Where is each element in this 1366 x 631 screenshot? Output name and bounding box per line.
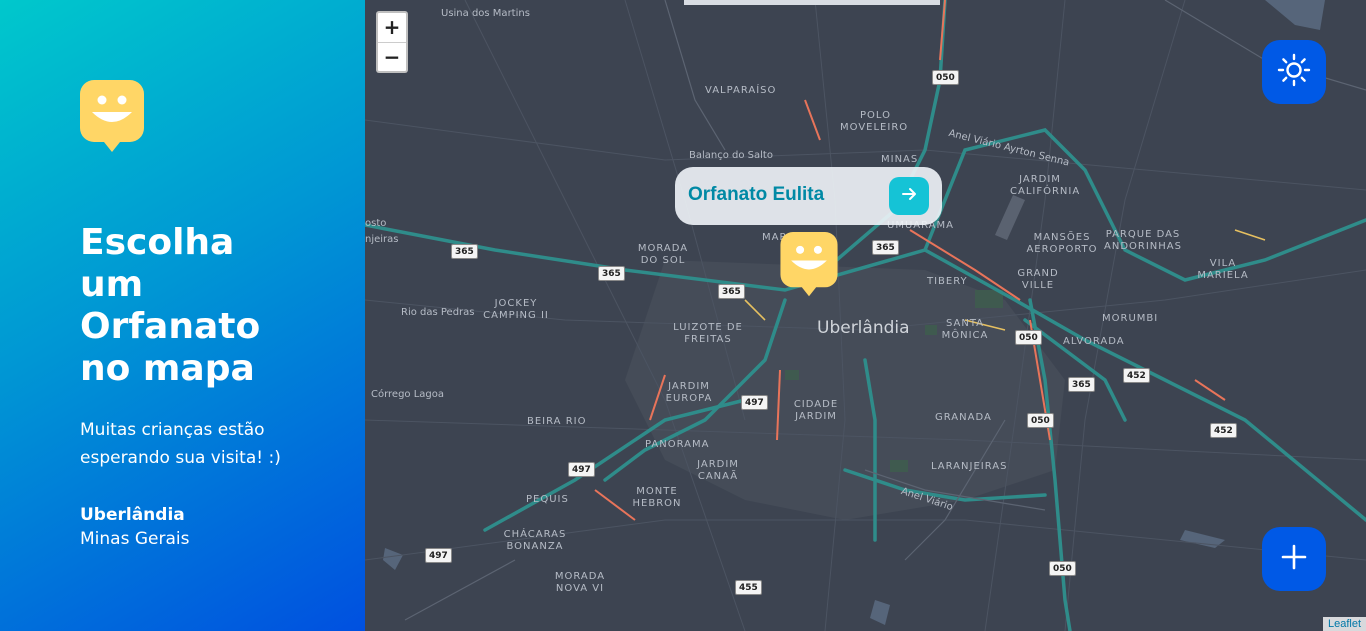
map-label: PARQUE DAS ANDORINHAS xyxy=(1104,229,1182,252)
map-attribution-link[interactable]: Leaflet xyxy=(1322,617,1366,631)
map-label: MANSÕES AEROPORTO xyxy=(1026,232,1098,255)
location-state: Minas Gerais xyxy=(80,529,190,549)
map[interactable]: Usina dos Martins VALPARAÍSO POLO MOVELE… xyxy=(365,0,1366,631)
location-city: Uberlândia xyxy=(80,505,185,525)
highway-shield: 365 xyxy=(1068,377,1095,392)
highway-shield: 452 xyxy=(1123,368,1150,383)
map-label: GRAND VILLE xyxy=(1017,268,1059,291)
map-label: njeiras xyxy=(365,234,399,245)
map-city-label: Uberlândia xyxy=(817,318,910,338)
map-label: MINAS xyxy=(881,154,919,165)
map-label: Balanço do Salto xyxy=(689,150,773,161)
map-label: Córrego Lagoa xyxy=(371,389,445,400)
orphanage-popup: Orfanato Eulita xyxy=(675,167,942,225)
highway-shield: 497 xyxy=(568,462,595,477)
map-label: VALPARAÍSO xyxy=(705,85,777,96)
map-label: MONTE HEBRON xyxy=(632,486,682,509)
highway-shield: 365 xyxy=(598,266,625,281)
orphanage-name: Orfanato Eulita xyxy=(688,184,825,205)
highway-shield: 050 xyxy=(1015,330,1042,345)
highway-shield: 050 xyxy=(1027,413,1054,428)
map-label: POLO xyxy=(860,110,891,121)
highway-shield: 455 xyxy=(735,580,762,595)
add-orphanage-button[interactable] xyxy=(1262,527,1326,591)
map-label: JARDIM CALIFÓRNIA xyxy=(1010,174,1081,197)
theme-toggle-button[interactable] xyxy=(1262,40,1326,104)
map-label: JARDIM CANAÃ xyxy=(697,459,739,482)
map-label: LARANJEIRAS xyxy=(931,461,1008,472)
plus-icon xyxy=(1281,544,1307,574)
page-subtitle: Muitas crianças estão esperando sua visi… xyxy=(80,420,281,468)
page-title: Escolha um Orfanato no mapa xyxy=(80,222,261,389)
map-label: MORADA DO SOL xyxy=(637,243,689,266)
zoom-control: + − xyxy=(376,11,408,73)
highway-shield: 050 xyxy=(932,70,959,85)
smiley-map-pin-icon xyxy=(780,232,838,297)
map-label: CHÁCARAS BONANZA xyxy=(503,529,567,552)
map-label: MORADA NOVA VI xyxy=(554,571,606,594)
map-label: MOVELEIRO xyxy=(840,122,909,133)
open-orphanage-button[interactable] xyxy=(889,177,929,215)
map-label: Rio das Pedras xyxy=(401,307,475,318)
highway-shield: 497 xyxy=(741,395,768,410)
highway-shield: 365 xyxy=(718,284,745,299)
map-label: SANTA MÔNICA xyxy=(941,318,989,341)
highway-shield: 050 xyxy=(1049,561,1076,576)
zoom-in-button[interactable]: + xyxy=(378,13,406,42)
map-label: GRANADA xyxy=(935,412,992,423)
highway-shield: 452 xyxy=(1210,423,1237,438)
sun-icon xyxy=(1277,53,1311,91)
map-label: PANORAMA xyxy=(645,439,710,450)
map-label: VILA MARIELA xyxy=(1197,258,1249,281)
map-label: LUIZOTE DE FREITAS xyxy=(673,322,743,345)
map-label: PEQUIS xyxy=(526,494,569,505)
map-label: JARDIM EUROPA xyxy=(665,381,713,404)
zoom-out-button[interactable]: − xyxy=(378,42,406,71)
arrow-right-icon xyxy=(900,185,918,207)
highway-shield: 365 xyxy=(451,244,478,259)
highway-shield: 365 xyxy=(872,240,899,255)
map-label: MORUMBI xyxy=(1102,313,1159,324)
map-label: JOCKEY CAMPING II xyxy=(483,298,549,321)
highway-shield: 497 xyxy=(425,548,452,563)
map-label: osto xyxy=(365,218,387,229)
map-label: TIBERY xyxy=(927,276,968,287)
sidebar: Escolha um Orfanato no mapa Muitas crian… xyxy=(0,0,365,631)
search-strip xyxy=(684,0,940,5)
map-label: Usina dos Martins xyxy=(441,8,530,19)
orphanage-marker[interactable] xyxy=(780,232,838,298)
smiley-map-pin-icon xyxy=(80,80,144,154)
map-label: ALVORADA xyxy=(1063,336,1125,347)
map-label: CIDADE JARDIM xyxy=(793,399,839,422)
map-label: BEIRA RIO xyxy=(527,416,587,427)
